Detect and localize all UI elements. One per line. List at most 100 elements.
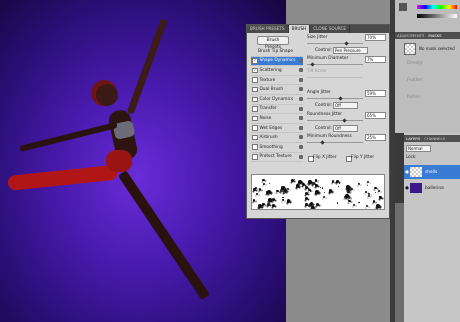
option-label: Color Dynamics xyxy=(259,96,294,102)
lock-icon[interactable] xyxy=(299,144,303,149)
lock-icon[interactable] xyxy=(299,68,303,73)
brush-option-item[interactable]: ✓ Shape Dynamics xyxy=(251,56,303,67)
tab-channels[interactable]: CHANNELS xyxy=(422,135,447,142)
brush-option-item[interactable]: Color Dynamics xyxy=(251,95,303,105)
angle-jitter-knob[interactable] xyxy=(338,96,343,101)
brush-presets-button[interactable]: Brush Presets xyxy=(257,36,289,50)
brush-option-item[interactable]: Texture xyxy=(251,76,303,86)
brush-option-item[interactable]: ✓ Scattering xyxy=(251,66,303,76)
brush-option-item[interactable]: Dual Brush xyxy=(251,85,303,95)
layers-tabs: LAYERS CHANNELS xyxy=(404,135,460,142)
size-jitter-value[interactable]: 70% xyxy=(365,34,386,41)
angle-jitter-slider[interactable] xyxy=(307,98,363,99)
brush-option-item[interactable]: Protect Texture xyxy=(251,153,303,163)
option-checkbox[interactable] xyxy=(252,106,258,112)
refine-label: Refine: xyxy=(407,94,421,99)
color-ramp[interactable] xyxy=(417,5,457,9)
brush-splat xyxy=(367,180,370,184)
tab-clone-source[interactable]: CLONE SOURCE xyxy=(310,25,351,33)
brush-splat xyxy=(329,189,333,193)
roundness-jitter-knob[interactable] xyxy=(342,118,347,123)
brush-option-item[interactable]: Transfer xyxy=(251,105,303,115)
tab-brush-presets[interactable]: BRUSH PRESETS xyxy=(247,25,289,33)
lock-icon[interactable] xyxy=(299,154,303,159)
brush-splat xyxy=(296,184,300,188)
option-label: Airbrush xyxy=(259,135,278,141)
control3-dropdown[interactable]: Off xyxy=(333,125,358,132)
image-canvas[interactable] xyxy=(0,0,286,322)
option-checkbox[interactable] xyxy=(252,125,258,131)
roundness-jitter-slider[interactable] xyxy=(307,120,363,121)
option-label: Dual Brush xyxy=(259,87,284,93)
brush-panel: BRUSH PRESETS BRUSH CLONE SOURCE Brush P… xyxy=(246,24,390,219)
brush-option-item[interactable]: Airbrush xyxy=(251,133,303,143)
min-diameter-value[interactable]: 7% xyxy=(365,56,386,63)
brush-splat xyxy=(315,203,319,207)
option-label: Wet Edges xyxy=(259,125,283,131)
lock-icon[interactable] xyxy=(299,58,303,63)
option-checkbox[interactable] xyxy=(252,154,258,160)
brush-splat xyxy=(271,197,275,201)
brush-splat xyxy=(280,188,282,190)
brush-splat xyxy=(366,185,368,187)
dancer-right-leg xyxy=(117,170,211,301)
min-diameter-label: Minimum Diameter xyxy=(307,56,349,61)
option-checkbox[interactable]: ✓ xyxy=(252,58,258,64)
brush-splat xyxy=(267,203,271,207)
option-checkbox[interactable]: ✓ xyxy=(252,67,258,74)
layers-panel: LAYERS CHANNELS Normal Lock: ● shells ● … xyxy=(404,133,460,322)
lock-icon[interactable] xyxy=(299,135,303,140)
tab-masks[interactable]: MASKS xyxy=(426,32,443,39)
roundness-jitter-value[interactable]: 65% xyxy=(365,112,386,119)
min-roundness-value[interactable]: 25% xyxy=(365,134,386,141)
blend-mode-dropdown[interactable]: Normal xyxy=(406,145,431,152)
brush-splat xyxy=(373,200,376,203)
lock-icon[interactable] xyxy=(299,87,303,92)
lock-icon[interactable] xyxy=(299,106,303,111)
lock-label: Lock: xyxy=(406,154,417,159)
min-roundness-slider[interactable] xyxy=(307,142,363,143)
angle-jitter-value[interactable]: 59% xyxy=(365,90,386,97)
tab-brush[interactable]: BRUSH xyxy=(288,25,311,33)
brush-option-item[interactable]: Brush Tip Shape xyxy=(251,47,303,57)
brush-splat xyxy=(276,189,279,193)
brush-option-item[interactable]: Wet Edges xyxy=(251,124,303,134)
control2-dropdown[interactable]: Off xyxy=(333,102,358,109)
brush-splat xyxy=(281,198,284,201)
angle-jitter-label: Angle Jitter xyxy=(307,90,331,95)
option-checkbox[interactable] xyxy=(252,96,258,103)
layer-row-shells[interactable]: ● shells xyxy=(404,165,460,179)
brush-splat xyxy=(294,178,296,180)
dancer-red-leg xyxy=(7,164,119,191)
min-diameter-slider[interactable] xyxy=(307,64,363,65)
option-checkbox[interactable] xyxy=(252,115,258,122)
brush-stroke-preview xyxy=(251,174,385,210)
layer-row-ballerina[interactable]: ● ballerina xyxy=(404,181,460,195)
option-checkbox[interactable] xyxy=(252,86,258,93)
option-checkbox[interactable] xyxy=(252,144,258,150)
color-swatch-icon[interactable] xyxy=(399,3,407,11)
brush-splat xyxy=(314,193,317,196)
feather-label: Feather: xyxy=(407,77,424,82)
brush-splat xyxy=(337,185,340,188)
size-jitter-knob[interactable] xyxy=(344,41,349,46)
size-jitter-slider[interactable] xyxy=(307,43,363,44)
min-roundness-knob[interactable] xyxy=(320,140,325,145)
min-roundness-label: Minimum Roundness xyxy=(307,134,352,139)
layer-thumbnail xyxy=(410,167,422,177)
tab-adjustments[interactable]: ADJUSTMENTS xyxy=(395,32,426,39)
option-checkbox[interactable] xyxy=(252,134,258,141)
option-checkbox[interactable] xyxy=(252,77,258,83)
tab-layers[interactable]: LAYERS xyxy=(404,135,422,142)
lock-icon[interactable] xyxy=(299,116,303,121)
brush-option-item[interactable]: Noise xyxy=(251,114,303,124)
grey-ramp[interactable] xyxy=(417,14,457,18)
lock-icon[interactable] xyxy=(299,96,303,101)
brush-option-item[interactable]: Smoothing xyxy=(251,143,303,153)
lock-icon[interactable] xyxy=(299,125,303,130)
control1-dropdown[interactable]: Pen Pressure xyxy=(333,47,368,54)
min-diameter-knob[interactable] xyxy=(310,62,315,67)
brush-splat xyxy=(252,188,256,191)
lock-icon[interactable] xyxy=(299,77,303,82)
brush-splat xyxy=(253,199,256,202)
